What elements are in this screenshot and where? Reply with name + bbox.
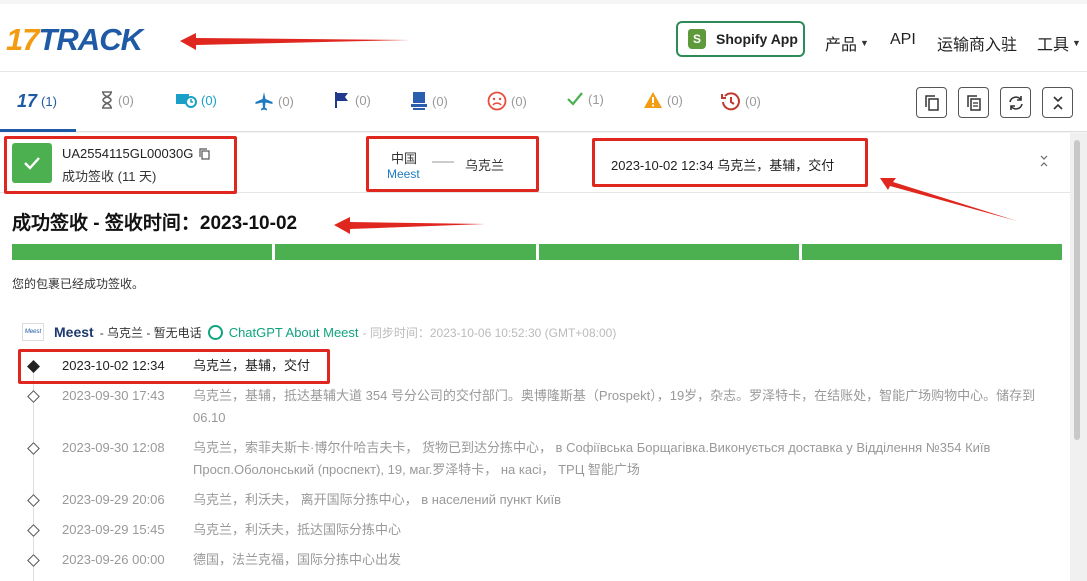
collapse-card-icon[interactable] (1040, 155, 1048, 170)
17track-logo[interactable]: 17TRACK (6, 22, 143, 58)
shopify-bag-icon (688, 29, 706, 49)
destination-country: 乌克兰 (465, 158, 505, 173)
tab-expired[interactable]: (0) (333, 91, 371, 109)
tab-info-received[interactable]: (0) (175, 91, 217, 109)
shopify-app-label: Shopify App (716, 31, 798, 47)
shopify-app-button[interactable]: Shopify App (676, 21, 805, 57)
tab-alert[interactable]: (0) (643, 91, 683, 109)
carrier-contact: - 乌克兰 - 暂无电话 (99, 325, 202, 340)
meest-logo: Meest (22, 323, 44, 341)
active-tab-indicator (0, 129, 76, 132)
event-description: 乌克兰，基辅，抵达基辅大道 354 号分公司的交付部门。奥博隆斯基（Prospe… (193, 388, 1036, 425)
tab-pickup[interactable]: (0) (410, 91, 448, 111)
event-description: 乌克兰，利沃夫，抵达国际分拣中心 (193, 522, 402, 537)
nav-tools[interactable]: 工具 ▼ (1037, 31, 1081, 55)
tab-in-transit[interactable]: (0) (254, 91, 294, 111)
event-marker-icon (27, 554, 40, 567)
copy-icon[interactable] (199, 147, 210, 160)
event-marker-icon (27, 360, 40, 373)
event-marker-icon (27, 524, 40, 537)
airplane-icon (255, 92, 273, 111)
event-time: 2023-09-29 20:06 (62, 492, 165, 507)
progress-segment (538, 244, 799, 260)
caret-down-icon: ▼ (860, 38, 869, 48)
origin-country: 中国 (391, 151, 418, 166)
warning-icon (644, 92, 662, 108)
carrier-link[interactable]: Meest (387, 167, 420, 181)
event-description: 乌克兰，索菲夫斯卡·博尔什哈吉夫卡， 货物已到达分拣中心， в Софіївсь… (193, 440, 991, 477)
tab-history[interactable]: (0) (721, 91, 761, 111)
pickup-icon (411, 92, 427, 110)
tab-undelivered[interactable]: (0) (487, 91, 527, 111)
delivery-headline: 成功签收 - 签收时间：2023-10-02 (12, 213, 298, 234)
checkmark-icon (567, 92, 583, 106)
nav-api[interactable]: API (890, 31, 916, 49)
copy-button[interactable] (916, 87, 947, 118)
event-time: 2023-09-30 17:43 (62, 388, 165, 403)
sad-face-icon (487, 91, 507, 111)
progress-bar (12, 244, 1062, 260)
copy-details-button[interactable] (958, 87, 989, 118)
tracking-number: UA2554115GL00030G (62, 146, 210, 161)
17-logo-icon: 17 (17, 91, 38, 111)
tab-delivered[interactable]: (1) (566, 91, 604, 107)
delivery-status: 成功签收 (11 天) (62, 169, 157, 184)
collapse-all-button[interactable] (1042, 87, 1073, 118)
progress-segment (801, 244, 1062, 260)
checkmark-icon (24, 157, 40, 170)
event-marker-icon (27, 390, 40, 403)
status-tabs: 17 (1) (0) (0) (0) (0) (0) (0) (1) (0) (… (0, 72, 1087, 132)
delivery-message: 您的包裹已经成功签收。 (12, 277, 145, 291)
top-header: 17TRACK Shopify App 产品▼ API 运输商入驻 工具▼ (0, 4, 1087, 72)
event-marker-icon (27, 442, 40, 455)
scrollbar-thumb[interactable] (1074, 140, 1080, 440)
event-description: 乌克兰，利沃夫， 离开国际分拣中心， в населений пункт Киї… (193, 492, 562, 507)
shipment-summary[interactable]: UA2554115GL00030G 成功签收 (11 天) 中国 Meest 乌… (0, 133, 1070, 193)
event-description: 德国，法兰克福，国际分拣中心出发 (193, 552, 402, 567)
progress-segment (12, 244, 273, 260)
event-time: 2023-09-29 15:45 (62, 522, 165, 537)
flag-icon (335, 92, 348, 108)
event-time: 2023-09-26 00:00 (62, 552, 165, 567)
tab-all[interactable]: 17 (1) (17, 91, 57, 112)
truck-clock-icon (176, 94, 197, 108)
nav-products[interactable]: 产品 ▼ (825, 31, 869, 55)
event-marker-icon (27, 494, 40, 507)
history-icon (721, 92, 740, 111)
latest-event: 2023-10-02 12:34 乌克兰，基辅，交付 (611, 158, 835, 173)
sync-time: - 同步时间：2023-10-06 10:52:30 (GMT+08:00) (362, 325, 617, 340)
chatgpt-icon (207, 324, 223, 340)
carrier-name[interactable]: Meest (54, 324, 94, 340)
copy-icon (924, 94, 939, 111)
page: 17TRACK Shopify App 产品▼ API 运输商入驻 工具▼ 17… (0, 0, 1087, 581)
hourglass-icon (102, 91, 112, 109)
progress-segment (275, 244, 536, 260)
refresh-icon (1008, 95, 1023, 110)
chatgpt-about-carrier-link[interactable]: ChatGPT About Meest (229, 325, 359, 340)
event-description: 乌克兰，基辅，交付 (193, 358, 311, 373)
tab-not-found[interactable]: (0) (100, 91, 134, 109)
route-arrow-icon (432, 161, 454, 163)
event-time: 2023-10-02 12:34 (62, 358, 165, 373)
caret-down-icon: ▼ (1072, 38, 1081, 48)
delivered-status-icon (12, 143, 52, 183)
collapse-icon (1052, 95, 1063, 110)
carrier-info-row: Meest Meest - 乌克兰 - 暂无电话 ChatGPT About M… (22, 321, 616, 343)
refresh-button[interactable] (1000, 87, 1031, 118)
clipboard-icon (966, 94, 981, 111)
nav-carrier-join[interactable]: 运输商入驻 (937, 31, 1017, 55)
event-time: 2023-09-30 12:08 (62, 440, 165, 455)
tracking-card: UA2554115GL00030G 成功签收 (11 天) 中国 Meest 乌… (0, 133, 1070, 581)
